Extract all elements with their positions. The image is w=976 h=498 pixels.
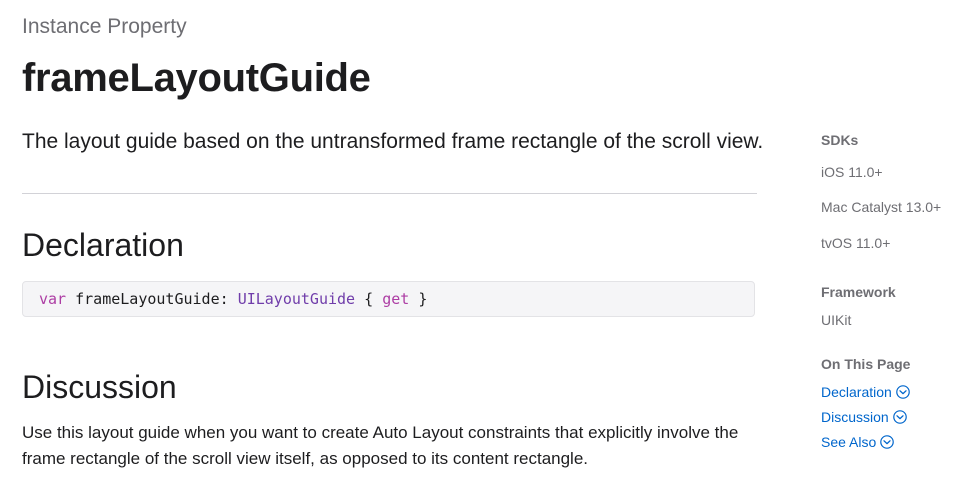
- code-type-link[interactable]: UILayoutGuide: [238, 290, 355, 308]
- sdks-heading: SDKs: [821, 132, 859, 148]
- code-keyword-var: var: [39, 290, 67, 308]
- divider: [22, 193, 757, 194]
- framework-value: UIKit: [821, 312, 852, 328]
- code-brace-close: }: [418, 290, 428, 308]
- sdk-item-mac-catalyst: Mac Catalyst 13.0+: [821, 199, 942, 215]
- link-label-discussion: Discussion: [821, 409, 889, 425]
- sdk-item-tvos: tvOS 11.0+: [821, 235, 891, 251]
- page-eyebrow: Instance Property: [22, 15, 187, 38]
- page-abstract: The layout guide based on the untransfor…: [22, 130, 764, 153]
- on-this-page-link-see-also[interactable]: See Also: [821, 434, 895, 450]
- link-label-see-also: See Also: [821, 434, 877, 450]
- declaration-heading: Declaration: [22, 227, 184, 263]
- code-keyword-get: get: [382, 290, 410, 308]
- framework-heading: Framework: [821, 284, 896, 300]
- link-label-declaration: Declaration: [821, 384, 892, 400]
- discussion-text: Use this layout guide when you want to c…: [22, 423, 739, 468]
- sdk-item-ios: iOS 11.0+: [821, 164, 883, 180]
- declaration-code-block: var frameLayoutGuide: UILayoutGuide { ge…: [22, 281, 755, 317]
- chevron-down-circle-icon: [896, 385, 910, 399]
- page-title: frameLayoutGuide: [22, 56, 371, 100]
- on-this-page-link-declaration[interactable]: Declaration: [821, 384, 910, 400]
- chevron-down-circle-icon: [892, 410, 907, 424]
- on-this-page-heading: On This Page: [821, 356, 911, 372]
- code-brace-open: {: [364, 290, 374, 308]
- chevron-down-circle-icon: [880, 435, 895, 449]
- on-this-page-link-discussion[interactable]: Discussion: [821, 409, 907, 425]
- code-property-name: frameLayoutGuide:: [75, 290, 229, 308]
- discussion-heading: Discussion: [22, 369, 177, 405]
